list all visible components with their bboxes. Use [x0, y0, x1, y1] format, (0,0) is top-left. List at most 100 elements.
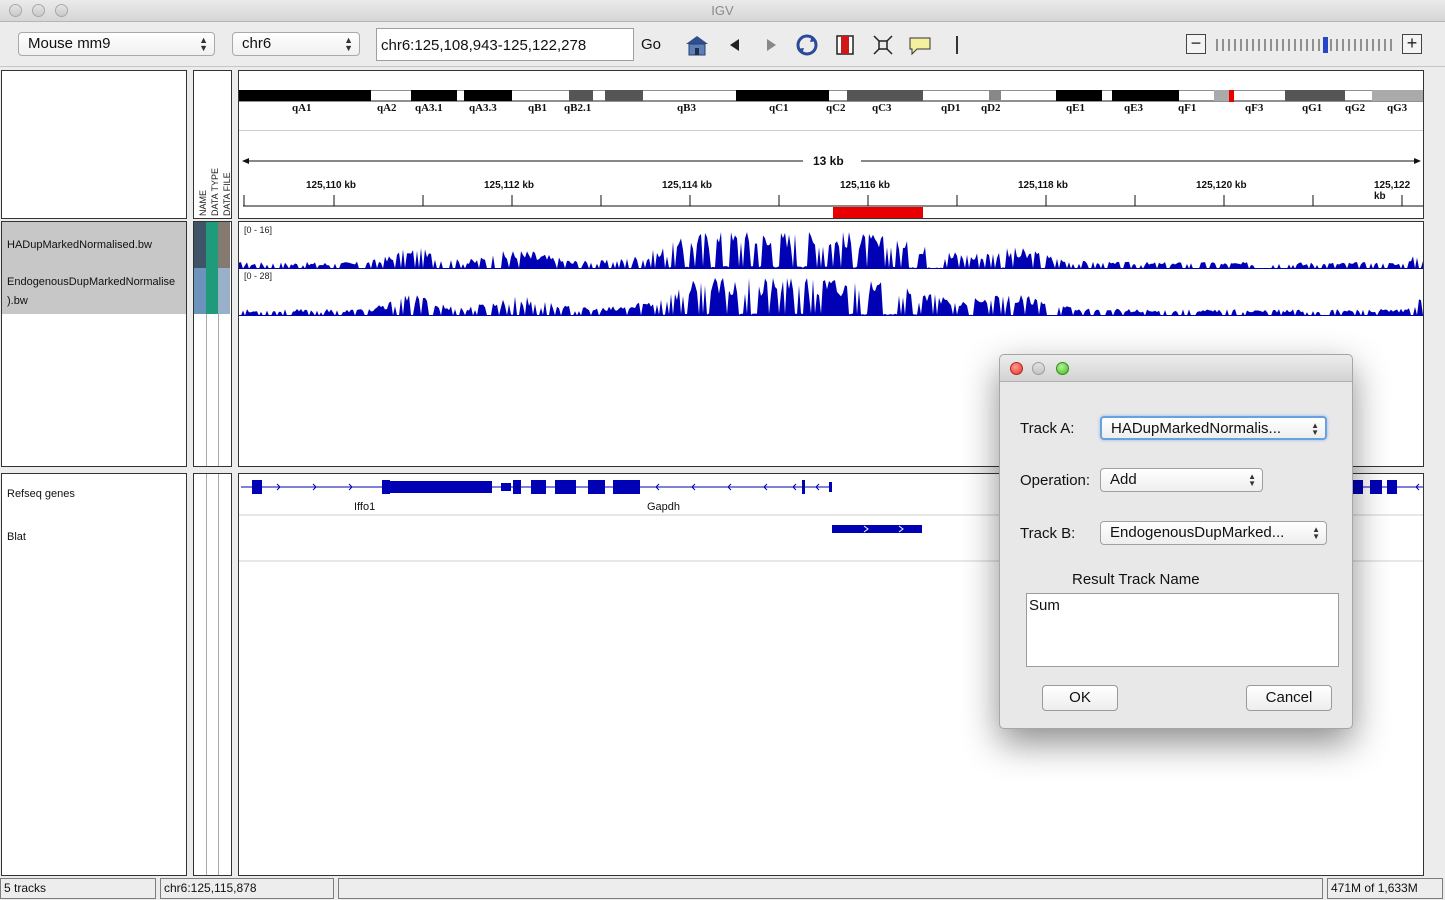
band-label: qA2 — [377, 102, 397, 114]
track-a-select[interactable]: HADupMarkedNormalis... ▲ ▼ — [1100, 416, 1327, 440]
ruler-tick-label: 125,120 kb — [1196, 180, 1247, 191]
band-label: qF1 — [1178, 102, 1197, 114]
band-label: qE3 — [1124, 102, 1143, 114]
band-label: qB1 — [528, 102, 547, 114]
zoom-slider[interactable] — [1214, 36, 1394, 54]
coverage-track-hadup[interactable] — [239, 232, 1424, 269]
status-position: chr6:125,115,878 — [160, 878, 334, 899]
select-arrows-icon: ▲ ▼ — [199, 35, 208, 53]
ruler-tick-label: 125,112 kb — [484, 180, 535, 191]
band-label: qB3 — [677, 102, 696, 114]
genome-select[interactable]: Mouse mm9 ▲ ▼ — [18, 32, 215, 56]
track-b-select[interactable]: EndogenousDupMarked... ▲ ▼ — [1100, 521, 1327, 545]
resize-to-window-icon[interactable] — [870, 32, 896, 58]
data-track-attribute-panel — [193, 221, 232, 467]
span-label: 13 kb — [813, 154, 844, 168]
blat-hit[interactable] — [832, 525, 922, 533]
gene-exon[interactable] — [252, 480, 262, 494]
go-button[interactable]: Go — [641, 36, 661, 53]
track-name-blat[interactable]: Blat — [7, 531, 26, 543]
ruler-ticks — [243, 195, 1423, 207]
attribute-cell[interactable] — [206, 222, 218, 268]
band-label: qG1 — [1302, 102, 1323, 114]
attribute-header-data-type[interactable]: DATA TYPE — [210, 168, 220, 216]
attribute-header-name[interactable]: NAME — [198, 190, 208, 216]
ok-button[interactable]: OK — [1042, 685, 1118, 711]
back-arrow-icon[interactable] — [722, 32, 748, 58]
region-of-interest-bar[interactable] — [833, 207, 923, 218]
track-a-select-value: HADupMarkedNormalis... — [1111, 420, 1282, 437]
genome-select-value: Mouse mm9 — [28, 35, 111, 52]
toolbar-separator — [956, 36, 958, 54]
band-label: qC2 — [826, 102, 846, 114]
gene-exon[interactable] — [588, 480, 605, 494]
window-title: IGV — [711, 3, 734, 18]
select-arrows-icon: ▲ ▼ — [344, 35, 353, 53]
window-titlebar: IGV — [0, 0, 1445, 22]
band-label: qC1 — [769, 102, 789, 114]
attribute-cell[interactable] — [194, 222, 206, 268]
zoom-slider-thumb[interactable] — [1323, 37, 1328, 53]
band-label: qB2.1 — [564, 102, 592, 114]
band-label: qA3.3 — [469, 102, 497, 114]
dialog-zoom-button[interactable] — [1056, 362, 1069, 375]
attribute-cell[interactable] — [206, 268, 218, 314]
dialog-close-button[interactable] — [1010, 362, 1023, 375]
status-track-count: 5 tracks — [0, 878, 156, 899]
data-track-name-panel: HADupMarkedNormalised.bw EndogenousDupMa… — [1, 221, 187, 467]
track-name-endogenous-continued: ).bw — [7, 295, 28, 307]
band-label: qE1 — [1066, 102, 1085, 114]
ruler-tick-label: 125,116 kb — [840, 180, 891, 191]
divider — [218, 474, 219, 875]
chromosome-ideogram[interactable] — [239, 90, 1424, 102]
feature-track-attribute-panel — [193, 473, 232, 876]
dialog-minimize-button[interactable] — [1032, 362, 1045, 375]
band-label: qA3.1 — [415, 102, 443, 114]
select-arrows-icon: ▲ ▼ — [1312, 525, 1320, 541]
divider — [206, 314, 207, 466]
region-of-interest-icon[interactable] — [832, 32, 858, 58]
header-name-panel — [1, 70, 187, 219]
locus-search-input[interactable]: chr6:125,108,943-125,122,278 — [376, 28, 634, 61]
refresh-icon[interactable] — [794, 32, 820, 58]
band-label: qD2 — [981, 102, 1001, 114]
band-label: qG2 — [1345, 102, 1366, 114]
coverage-track-endogenous[interactable] — [239, 278, 1424, 316]
band-label: qC3 — [872, 102, 892, 114]
track-name-endogenous[interactable]: EndogenousDupMarkedNormalise — [7, 276, 187, 288]
attribute-header-panel: NAME DATA TYPE DATA FILE — [193, 70, 232, 219]
select-arrows-icon: ▲ ▼ — [1248, 472, 1256, 488]
result-track-name-input[interactable]: Sum — [1026, 593, 1339, 667]
track-a-label: Track A: — [1020, 420, 1075, 437]
gene-exon[interactable] — [613, 480, 640, 494]
chromosome-select-value: chr6 — [242, 35, 272, 52]
ideogram-ruler-panel[interactable]: qA1 qA2 qA3.1 qA3.3 qB1 qB2.1 qB3 qC1 qC… — [238, 70, 1424, 219]
band-label: qG3 — [1387, 102, 1408, 114]
chromosome-select[interactable]: chr6 ▲ ▼ — [232, 32, 360, 56]
cancel-button[interactable]: Cancel — [1246, 685, 1332, 711]
attribute-cell[interactable] — [194, 268, 206, 314]
gene-exon[interactable] — [531, 480, 546, 494]
attribute-cell[interactable] — [218, 222, 230, 268]
band-label: qA1 — [292, 102, 312, 114]
operation-label: Operation: — [1020, 472, 1091, 489]
gene-label-gapdh: Gapdh — [647, 501, 681, 513]
attribute-header-data-file[interactable]: DATA FILE — [222, 172, 231, 216]
current-region-marker — [1229, 90, 1234, 102]
home-icon[interactable] — [684, 32, 710, 58]
popup-info-icon[interactable] — [907, 32, 933, 58]
track-name-refseq[interactable]: Refseq genes — [7, 488, 75, 500]
ruler-tick-label: 125,114 kb — [662, 180, 713, 191]
gene-label-iffo1: Iffo1 — [354, 501, 376, 513]
attribute-cell[interactable] — [218, 268, 230, 314]
coverage-signal — [239, 278, 1423, 316]
track-name-hadup[interactable]: HADupMarkedNormalised.bw — [7, 239, 187, 251]
forward-arrow-icon[interactable] — [758, 32, 784, 58]
zoom-in-button[interactable]: + — [1402, 34, 1422, 54]
divider — [239, 130, 1423, 131]
zoom-out-button[interactable]: − — [1186, 34, 1206, 54]
gene-exon[interactable] — [555, 480, 576, 494]
gene-exon[interactable] — [513, 480, 521, 494]
gene-exon[interactable] — [382, 481, 492, 493]
operation-select[interactable]: Add ▲ ▼ — [1100, 468, 1263, 492]
